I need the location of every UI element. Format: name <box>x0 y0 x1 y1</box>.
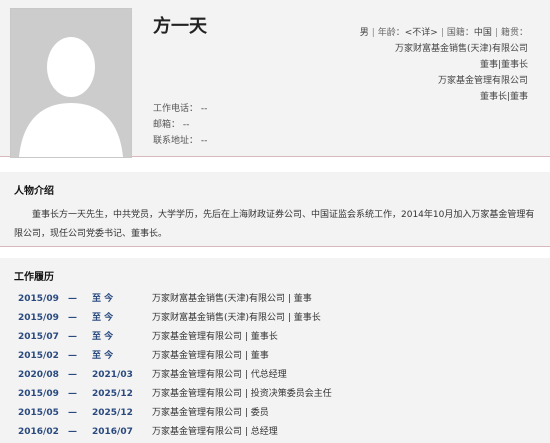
career-section: 工作履历 2015/09— 至 今万家财富基金销售(天津)有限公司 | 董事 201… <box>0 258 550 443</box>
career-row: 2015/09 — 2025/12 万家基金管理有限公司 | 投资决策委员会主任 <box>18 385 538 404</box>
career-description: 万家财富基金销售(天津)有限公司 | 董事 <box>152 294 312 304</box>
profile-meta: 男 | 年龄：<不详> | 国籍：中国 | 籍贯： 万家财富基金销售(天津)有限公司 董事|… <box>268 25 528 105</box>
email-label: 邮箱： <box>153 120 181 130</box>
career-description: 万家基金管理有限公司 | 代总经理 <box>152 370 287 380</box>
career-start-date: 2020/08 <box>18 370 59 380</box>
career-end-date: 2016/07 <box>92 427 133 437</box>
intro-section: 人物介绍 董事长方一天先生，中共党员，大学学历，先后在上海财政证券公司、中国证监… <box>0 172 550 247</box>
career-start-date: 2015/09 <box>18 389 59 399</box>
career-dash: — <box>68 351 77 361</box>
affiliation-company: 万家财富基金销售(天津)有限公司 <box>394 44 528 54</box>
affiliation-role: 董事|董事长 <box>479 60 528 70</box>
contact-info: 工作电话： -- 邮箱： -- 联系地址： -- <box>153 101 207 149</box>
career-end-date: 2021/03 <box>92 370 133 380</box>
career-description: 万家基金管理有限公司 | 董事 <box>152 351 269 361</box>
career-start-date: 2015/02 <box>18 351 59 361</box>
person-name: 方一天 <box>153 16 207 37</box>
career-description: 万家基金管理有限公司 | 总经理 <box>152 427 278 437</box>
career-row: 2016/02 — 2016/07 万家基金管理有限公司 | 总经理 <box>18 423 538 442</box>
career-dash: — <box>68 294 77 304</box>
career-row: 2015/05 — 2025/12 万家基金管理有限公司 | 委员 <box>18 404 538 423</box>
age-value: <不详> <box>404 28 438 38</box>
career-start-date: 2015/09 <box>18 294 59 304</box>
intro-title: 人物介绍 <box>14 186 54 197</box>
career-title: 工作履历 <box>14 272 54 283</box>
native-place-label: 籍贯： <box>500 28 528 38</box>
email-value: -- <box>182 120 190 130</box>
career-end-date: 至 今 <box>92 332 114 342</box>
career-row: 2015/07 — 至 今 万家基金管理有限公司 | 董事长 <box>18 328 538 347</box>
career-end-date: 2025/12 <box>92 408 133 418</box>
profile-header: 方一天 男 | 年龄：<不详> | 国籍：中国 | 籍贯： 万家财富基金销售(天津)有限公司… <box>0 0 550 158</box>
affiliation-role: 董事长|董事 <box>479 92 528 102</box>
career-row: 2015/02 — 至 今 万家基金管理有限公司 | 董事 <box>18 347 538 366</box>
career-row: 2015/09 — 至 今 万家财富基金销售(天津)有限公司 | 董事 <box>18 290 538 309</box>
career-description: 万家基金管理有限公司 | 委员 <box>152 408 269 418</box>
career-dash: — <box>68 427 77 437</box>
career-start-date: 2016/02 <box>18 427 59 437</box>
phone-value: -- <box>200 104 208 114</box>
address-label: 联系地址： <box>153 136 199 146</box>
nationality-value: 中国 <box>473 28 492 38</box>
career-row: 2015/09 — 至 今 万家财富基金销售(天津)有限公司 | 董事长 <box>18 309 538 328</box>
address-value: -- <box>200 136 208 146</box>
career-dash: — <box>68 370 77 380</box>
career-dash: — <box>68 408 77 418</box>
career-end-date: 2025/12 <box>92 389 133 399</box>
career-start-date: 2015/07 <box>18 332 59 342</box>
career-row: 2020/08 — 2021/03 万家基金管理有限公司 | 代总经理 <box>18 366 538 385</box>
career-end-date: 至 今 <box>92 294 114 304</box>
career-start-date: 2015/09 <box>18 313 59 323</box>
career-start-date: 2015/05 <box>18 408 59 418</box>
career-dash: — <box>68 389 77 399</box>
affiliation-company: 万家基金管理有限公司 <box>437 76 528 86</box>
career-dash: — <box>68 313 77 323</box>
intro-text: 董事长方一天先生，中共党员，大学学历，先后在上海财政证券公司、中国证监会系统工作… <box>14 210 535 239</box>
career-description: 万家基金管理有限公司 | 投资决策委员会主任 <box>152 389 332 399</box>
career-end-date: 至 今 <box>92 351 114 361</box>
career-list: 2015/09 — 至 今 万家财富基金销售(天津)有限公司 | 董事 2015/09 —… <box>18 290 538 442</box>
phone-label: 工作电话： <box>153 104 199 114</box>
gender-value: 男 <box>359 28 369 38</box>
career-end-date: 至 今 <box>92 313 114 323</box>
career-description: 万家基金管理有限公司 | 董事长 <box>152 332 278 342</box>
age-label: 年龄： <box>377 28 405 38</box>
career-description: 万家财富基金销售(天津)有限公司 | 董事长 <box>152 313 321 323</box>
person-placeholder-icon <box>10 8 132 158</box>
career-dash: — <box>68 332 77 342</box>
nationality-label: 国籍： <box>446 28 474 38</box>
